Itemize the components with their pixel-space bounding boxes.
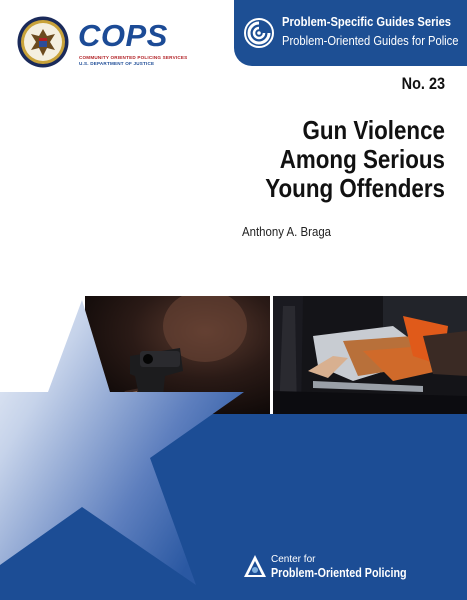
stretcher-photo xyxy=(273,296,467,414)
series-title: Problem-Specific Guides Series xyxy=(282,14,452,29)
series-banner: Problem-Specific Guides Series Problem-O… xyxy=(234,0,467,66)
pop-center-icon xyxy=(244,555,266,577)
title-line-3: Young Offenders xyxy=(265,173,445,203)
center-name: Problem-Oriented Policing xyxy=(271,566,407,580)
handgun-photo xyxy=(85,296,270,414)
cops-wordmark: COPS xyxy=(78,18,168,53)
center-for-pop-logo: Center for Problem-Oriented Policing xyxy=(243,552,443,584)
cops-department: U.S. DEPARTMENT OF JUSTICE xyxy=(79,61,155,66)
title-line-2: Among Serious xyxy=(279,144,445,174)
guide-title: Gun Violence Among Serious Young Offende… xyxy=(236,116,445,203)
cover-page: COPS COMMUNITY ORIENTED POLICING SERVICE… xyxy=(0,0,467,600)
author-name: Anthony A. Braga xyxy=(242,224,332,239)
target-icon xyxy=(244,18,274,48)
doj-seal-icon xyxy=(17,16,69,68)
series-subtitle: Problem-Oriented Guides for Police xyxy=(282,33,459,48)
title-line-1: Gun Violence xyxy=(302,115,445,145)
cops-subtitle: COMMUNITY ORIENTED POLICING SERVICES xyxy=(79,55,188,60)
center-label: Center for xyxy=(271,554,316,565)
cops-logo: COPS COMMUNITY ORIENTED POLICING SERVICE… xyxy=(78,18,188,68)
guide-number: No. 23 xyxy=(401,74,445,93)
